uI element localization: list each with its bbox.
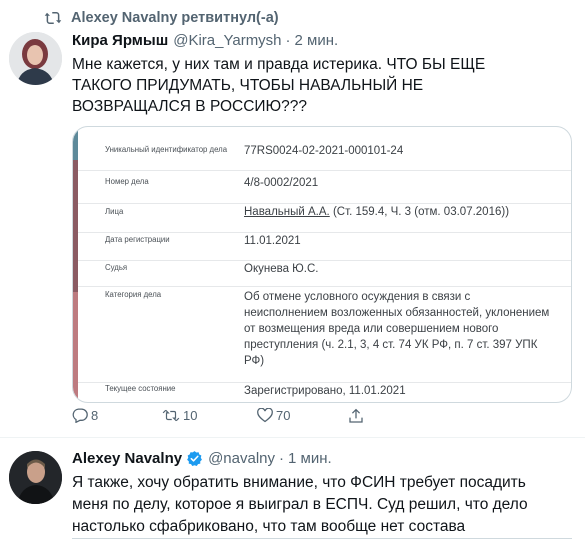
verified-badge-icon (187, 451, 203, 467)
retweet-icon (44, 12, 62, 24)
retweet-button[interactable]: 10 (162, 408, 197, 423)
case-row: Судья Окунева Ю.С. (78, 261, 571, 287)
case-value: Навальный А.А. (Ст. 159.4, Ч. 3 (отм. 03… (244, 204, 571, 232)
next-embed-edge (72, 538, 572, 539)
author-handle[interactable]: @Kira_Yarmysh (173, 32, 281, 49)
case-value: 77RS0024-02-2021-000101-24 (244, 145, 404, 157)
case-key: Лица (105, 207, 124, 216)
case-value: Об отмене условного осуждения в связи с … (244, 291, 550, 367)
case-value: Окунева Ю.С. (244, 263, 319, 275)
tweet-time[interactable]: 1 мин. (288, 450, 332, 467)
share-button[interactable] (348, 408, 367, 424)
retweet-count: 10 (183, 408, 198, 423)
case-row: Лица Навальный А.А. (Ст. 159.4, Ч. 3 (от… (78, 204, 571, 233)
author-name[interactable]: Alexey Navalny (72, 450, 182, 467)
tweet-text: Я также, хочу обратить внимание, что ФСИ… (72, 474, 528, 541)
case-row: Категория дела Об отмене условного осужд… (78, 287, 571, 383)
share-icon (349, 408, 363, 423)
case-key: Номер дела (105, 177, 149, 186)
retweet-text: Alexey Navalny ретвитнул(-а) (71, 10, 279, 26)
avatar[interactable] (9, 451, 62, 504)
case-key: Категория дела (105, 290, 162, 299)
tweet-text: Мне кажется, у них там и правда истерика… (72, 56, 486, 115)
reply-icon (72, 408, 88, 423)
case-value: 4/8-0002/2021 (244, 177, 319, 189)
tweet-actions: 8 10 70 (72, 408, 372, 428)
case-key: Текущее состояние (105, 384, 176, 393)
case-row: Номер дела 4/8-0002/2021 (78, 171, 571, 204)
case-key: Судья (105, 263, 128, 272)
retweet-icon (162, 409, 180, 422)
case-value: Зарегистрировано, 11.01.2021 (244, 385, 406, 397)
avatar[interactable] (9, 32, 62, 85)
tweet-divider (0, 437, 585, 438)
case-key: Дата регистрации (105, 235, 170, 244)
case-person-article: (Ст. 159.4, Ч. 3 (отм. 03.07.2016)) (329, 206, 510, 218)
tweet-header: Alexey Navalny @navalny · 1 мин. (72, 450, 332, 467)
reply-button[interactable]: 8 (72, 408, 98, 423)
like-icon (257, 408, 273, 423)
author-name[interactable]: Кира Ярмыш (72, 32, 168, 49)
separator-dot: · (285, 32, 291, 49)
tweet-header: Кира Ярмыш @Kira_Yarmysh · 2 мин. (72, 32, 338, 49)
case-key: Уникальный идентификатор дела (105, 145, 228, 154)
separator-dot: · (279, 450, 285, 467)
like-button[interactable]: 70 (257, 408, 290, 423)
case-row: Уникальный идентификатор дела 77RS0024-0… (78, 139, 571, 171)
author-handle[interactable]: @navalny (208, 450, 275, 467)
attached-image[interactable]: Уникальный идентификатор дела 77RS0024-0… (72, 126, 572, 403)
tweet-time[interactable]: 2 мин. (295, 32, 339, 49)
reply-count: 8 (91, 408, 99, 423)
case-person-link: Навальный А.А. (244, 206, 330, 218)
case-row: Дата регистрации 11.01.2021 (78, 233, 571, 261)
like-count: 70 (276, 408, 291, 423)
case-value: 11.01.2021 (244, 235, 301, 247)
case-row: Текущее состояние Зарегистрировано, 11.0… (78, 383, 571, 402)
